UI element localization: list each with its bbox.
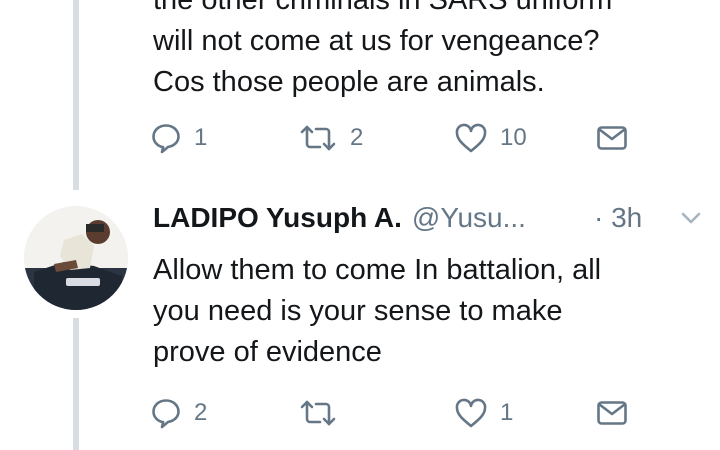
tweet-2-text: Allow them to come In battalion, all you… [153,250,713,373]
reply-icon [152,399,180,429]
direct-message-button[interactable] [596,118,628,158]
author-handle[interactable]: @Yusu... [412,202,526,234]
reply-count: 2 [194,399,208,426]
thread-line-lower [73,318,79,450]
like-button[interactable]: 1 [454,393,513,433]
chevron-down-icon[interactable] [679,206,703,230]
tweet-text-line: Cos those people are animals. [153,66,545,98]
reply-button[interactable]: 2 [150,393,207,433]
retweet-count: 2 [350,124,364,151]
retweet-button[interactable] [298,393,350,433]
envelope-icon [597,126,627,150]
tweet-text-line: prove of evidence [153,336,382,368]
reply-button[interactable]: 1 [150,118,207,158]
tweet-text-line: the other criminals in SARS uniform [153,0,613,16]
like-button[interactable]: 10 [454,118,527,158]
reply-count: 1 [194,124,208,151]
direct-message-button[interactable] [596,393,628,433]
tweet-2-actions: 2 1 [150,393,650,433]
retweet-icon [300,400,336,426]
tweet-2-header: LADIPO Yusuph A. @Yusu... · 3h [153,198,713,238]
tweet-text-line: you need is your sense to make [153,295,563,327]
reply-icon [152,124,180,154]
tweet-text-line: will not come at us for vengeance? [153,25,600,57]
tweet-1-actions: 1 2 10 [150,118,650,158]
like-count: 10 [500,124,527,151]
thread-line-upper [73,0,79,190]
tweet-1-text: the other criminals in SARS uniform will… [153,0,713,103]
retweet-icon [300,125,336,151]
retweet-button[interactable]: 2 [298,118,363,158]
envelope-icon [597,401,627,425]
tweet-text-line: Allow them to come In battalion, all [153,254,602,286]
avatar[interactable] [24,206,128,310]
author-name[interactable]: LADIPO Yusuph A. [153,202,402,234]
heart-icon [455,123,487,153]
heart-icon [455,398,487,428]
like-count: 1 [500,399,514,426]
tweet-timestamp[interactable]: · 3h [594,202,642,234]
